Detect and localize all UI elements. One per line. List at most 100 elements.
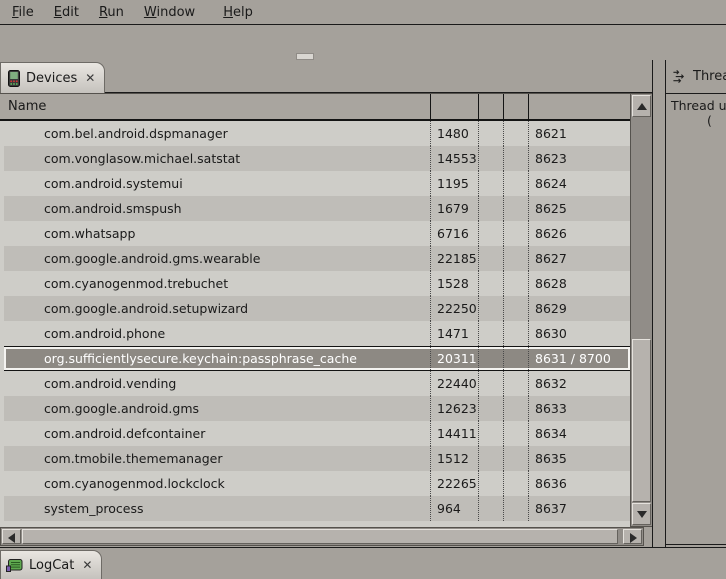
- process-pid: 1512: [430, 446, 478, 471]
- process-name: com.google.android.gms: [4, 396, 430, 421]
- table-row[interactable]: com.android.phone 1471 8630: [4, 321, 630, 346]
- logcat-icon: [6, 558, 23, 573]
- close-icon[interactable]: ✕: [80, 558, 92, 572]
- process-name: com.google.android.gms.wearable: [4, 246, 430, 271]
- process-port: 8623: [528, 146, 630, 171]
- threads-message-line1: Thread up: [671, 98, 726, 113]
- scroll-left-button[interactable]: [2, 529, 21, 544]
- close-icon[interactable]: ✕: [83, 71, 95, 85]
- vertical-scrollbar[interactable]: [630, 93, 653, 527]
- column-header-name[interactable]: Name: [0, 94, 430, 119]
- devices-tabbar: Devices ✕: [0, 60, 653, 93]
- scroll-down-button[interactable]: [632, 503, 651, 525]
- process-name: com.android.vending: [4, 371, 430, 396]
- scroll-up-button[interactable]: [632, 95, 651, 117]
- process-port: 8625: [528, 196, 630, 221]
- process-name: com.cyanogenmod.lockclock: [4, 471, 430, 496]
- process-port: 8637: [528, 496, 630, 521]
- process-port: 8636: [528, 471, 630, 496]
- process-pid: 22440: [430, 371, 478, 396]
- process-pid: 6716: [430, 221, 478, 246]
- process-pid: 22250: [430, 296, 478, 321]
- vertical-scroll-thumb[interactable]: [632, 339, 651, 502]
- sash-handle[interactable]: [296, 53, 314, 60]
- process-name: com.tmobile.thememanager: [4, 446, 430, 471]
- table-row[interactable]: com.google.android.setupwizard 22250 862…: [4, 296, 630, 321]
- process-name: com.google.android.setupwizard: [4, 296, 430, 321]
- process-pid: 22265: [430, 471, 478, 496]
- table-header: Name: [0, 93, 630, 121]
- process-port: 8626: [528, 221, 630, 246]
- table-row-selected[interactable]: org.sufficientlysecure.keychain:passphra…: [4, 346, 630, 371]
- table-row[interactable]: com.google.android.gms 12623 8633: [4, 396, 630, 421]
- process-name: com.vonglasow.michael.satstat: [4, 146, 430, 171]
- process-name: com.android.phone: [4, 321, 430, 346]
- process-port: 8624: [528, 171, 630, 196]
- process-table: com.bel.android.dspmanager 1480 8621 com…: [0, 121, 630, 527]
- process-name: com.android.systemui: [4, 171, 430, 196]
- process-name: com.whatsapp: [4, 221, 430, 246]
- tab-threads-label: Threads: [693, 69, 726, 84]
- tab-logcat[interactable]: LogCat ✕: [0, 550, 102, 579]
- device-phone-icon: [8, 70, 20, 87]
- toolbar-strip: [0, 25, 726, 60]
- table-row[interactable]: com.bel.android.dspmanager 1480 8621: [4, 121, 630, 146]
- process-name: com.android.smspush: [4, 196, 430, 221]
- column-header-port[interactable]: [528, 94, 630, 119]
- process-port: 8630: [528, 321, 630, 346]
- table-row[interactable]: com.whatsapp 6716 8626: [4, 221, 630, 246]
- bottom-tabbar: LogCat ✕: [0, 547, 726, 577]
- process-port: 8633: [528, 396, 630, 421]
- process-port: 8628: [528, 271, 630, 296]
- tab-logcat-label: LogCat: [29, 558, 74, 573]
- scroll-right-button[interactable]: [623, 529, 642, 544]
- process-port: 8627: [528, 246, 630, 271]
- menu-help[interactable]: Help: [213, 3, 263, 22]
- horizontal-scroll-thumb[interactable]: [22, 529, 618, 544]
- table-row[interactable]: com.android.smspush 1679 8625: [4, 196, 630, 221]
- column-header-4[interactable]: [503, 94, 528, 119]
- process-pid: 1471: [430, 321, 478, 346]
- process-name: com.cyanogenmod.trebuchet: [4, 271, 430, 296]
- menu-bar: File Edit Run Window Help: [0, 0, 726, 25]
- process-pid: 12623: [430, 396, 478, 421]
- process-pid: 1195: [430, 171, 478, 196]
- table-row[interactable]: com.cyanogenmod.lockclock 22265 8636: [4, 471, 630, 496]
- table-row[interactable]: com.android.defcontainer 14411 8634: [4, 421, 630, 446]
- process-name: org.sufficientlysecure.keychain:passphra…: [4, 347, 430, 370]
- threads-icon: [672, 69, 687, 84]
- menu-edit[interactable]: Edit: [44, 3, 89, 22]
- table-row[interactable]: com.android.systemui 1195 8624: [4, 171, 630, 196]
- table-row[interactable]: com.google.android.gms.wearable 22185 86…: [4, 246, 630, 271]
- table-row[interactable]: com.android.vending 22440 8632: [4, 371, 630, 396]
- menu-file[interactable]: File: [2, 3, 44, 22]
- process-pid: 14411: [430, 421, 478, 446]
- process-port: 8632: [528, 371, 630, 396]
- process-pid: 964: [430, 496, 478, 521]
- tab-devices[interactable]: Devices ✕: [0, 62, 105, 93]
- column-header-pid[interactable]: [430, 94, 478, 119]
- horizontal-scrollbar[interactable]: [0, 527, 644, 546]
- menu-window[interactable]: Window: [134, 3, 205, 22]
- threads-panel: Threads Thread up (: [665, 60, 726, 547]
- table-row[interactable]: com.vonglasow.michael.satstat 14553 8623: [4, 146, 630, 171]
- table-row[interactable]: system_process 964 8637: [4, 496, 630, 521]
- process-name: system_process: [4, 496, 430, 521]
- threads-message-line2: (: [707, 113, 726, 128]
- threads-message: Thread up (: [666, 93, 726, 545]
- process-port: 8635: [528, 446, 630, 471]
- process-pid: 14553: [430, 146, 478, 171]
- tab-threads[interactable]: Threads: [666, 60, 726, 93]
- column-header-3[interactable]: [478, 94, 503, 119]
- menu-run[interactable]: Run: [89, 3, 134, 22]
- process-port: 8634: [528, 421, 630, 446]
- table-row[interactable]: com.cyanogenmod.trebuchet 1528 8628: [4, 271, 630, 296]
- process-pid: 1679: [430, 196, 478, 221]
- tab-devices-label: Devices: [26, 71, 77, 86]
- process-port: 8621: [528, 121, 630, 146]
- process-name: com.android.defcontainer: [4, 421, 430, 446]
- process-port: 8631 / 8700: [528, 347, 630, 370]
- panel-divider[interactable]: [652, 60, 653, 547]
- table-row[interactable]: com.tmobile.thememanager 1512 8635: [4, 446, 630, 471]
- process-pid: 20311: [430, 347, 478, 370]
